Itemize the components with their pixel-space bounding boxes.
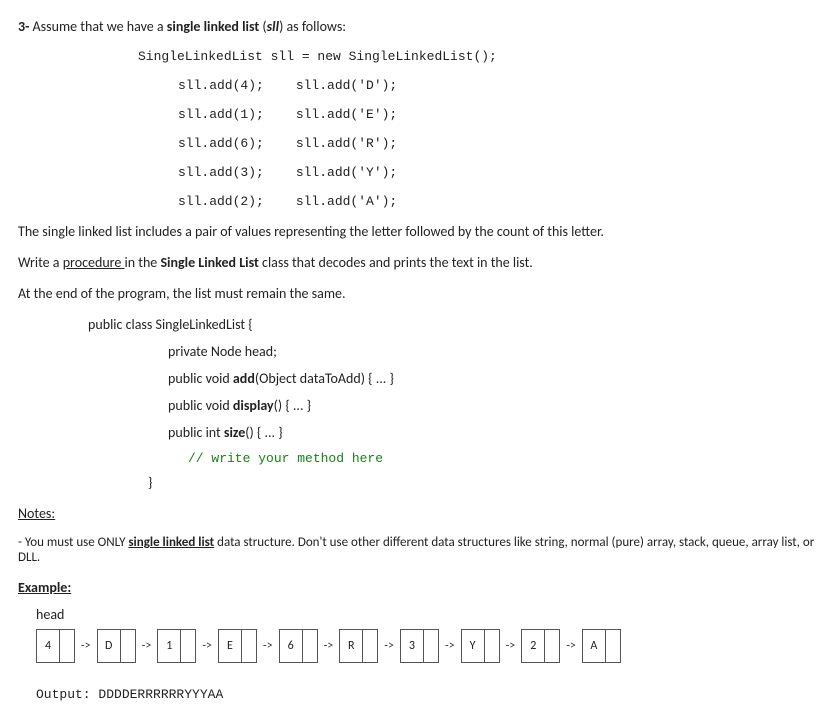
ll-node-1: D — [97, 629, 136, 663]
m3a: public int — [168, 424, 224, 441]
arrow-icon: -> — [200, 639, 214, 653]
paragraph-3: At the end of the program, the list must… — [18, 285, 817, 302]
arrow-icon: -> — [443, 639, 457, 653]
q-lead: Assume that we have a — [29, 18, 166, 35]
ll-node-6-val: 3 — [401, 630, 423, 662]
class-comment: // write your method here — [188, 451, 817, 466]
code-pair-2: sll.add(6); sll.add('R'); — [178, 136, 817, 151]
output-line: Output: DDDDERRRRRRYYYAA — [36, 687, 817, 702]
ll-node-8: 2 — [521, 629, 560, 663]
pair-2-left: sll.add(6); — [178, 136, 288, 151]
ll-node-0-ptr — [59, 630, 74, 662]
q-bold1: single linked list — [167, 18, 259, 35]
class-method-display: public void display() { ... } — [168, 397, 817, 414]
m3b: size — [224, 424, 245, 441]
m1a: public void — [168, 370, 233, 387]
arrow-icon: -> — [322, 639, 336, 653]
m2b: display — [233, 397, 274, 414]
pair-3-right: sll.add('Y'); — [296, 165, 397, 180]
head-label: head — [36, 606, 817, 623]
ll-node-8-ptr — [544, 630, 559, 662]
pair-4-left: sll.add(2); — [178, 194, 288, 209]
paragraph-2: Write a procedure in the Single Linked L… — [18, 254, 817, 271]
ll-node-6-ptr — [423, 630, 438, 662]
ll-node-4-val: 6 — [280, 630, 302, 662]
pair-3-left: sll.add(3); — [178, 165, 288, 180]
arrow-icon: -> — [140, 639, 154, 653]
ll-node-4-ptr — [302, 630, 317, 662]
p2-c: class that decodes and prints the text i… — [259, 254, 533, 271]
pair-0-right: sll.add('D'); — [296, 78, 397, 93]
ll-node-1-ptr — [120, 630, 135, 662]
q-lead3: ) as follows: — [279, 18, 346, 35]
ll-node-7-val: Y — [462, 630, 484, 662]
linked-list-diagram: 4 -> D -> 1 -> E -> 6 -> R -> 3 -> Y -> … — [36, 629, 817, 663]
code-pair-3: sll.add(3); sll.add('Y'); — [178, 165, 817, 180]
class-field-head: private Node head; — [168, 343, 817, 360]
output-label: Output: — [36, 687, 98, 702]
p2-a: Write a — [18, 254, 63, 271]
ll-node-9-val: A — [583, 630, 605, 662]
question-line: 3- Assume that we have a single linked l… — [18, 18, 817, 35]
m3c: () { ... } — [245, 424, 282, 441]
pair-4-right: sll.add('A'); — [296, 194, 397, 209]
ll-node-3-val: E — [219, 630, 241, 662]
m1c: (Object dataToAdd) { ... } — [255, 370, 394, 387]
notes-header: Notes: — [18, 505, 817, 522]
arrow-icon: -> — [564, 639, 578, 653]
ll-node-0-val: 4 — [37, 630, 59, 662]
code-pairs-block: sll.add(4); sll.add('D'); sll.add(1); sl… — [178, 78, 817, 209]
note1-u: single linked list — [128, 535, 214, 550]
q-paren-open: ( — [259, 18, 266, 35]
output-value: DDDDERRRRRRYYYAA — [98, 687, 223, 702]
pair-0-left: sll.add(4); — [178, 78, 288, 93]
ll-node-7: Y — [461, 629, 500, 663]
code-pair-4: sll.add(2); sll.add('A'); — [178, 194, 817, 209]
ll-node-5-val: R — [340, 630, 362, 662]
note1-a: - You must use ONLY — [18, 535, 128, 550]
class-method-size: public int size() { ... } — [168, 424, 817, 441]
ll-node-8-val: 2 — [522, 630, 544, 662]
ll-node-2-ptr — [180, 630, 195, 662]
pair-1-left: sll.add(1); — [178, 107, 288, 122]
m2c: () { ... } — [274, 397, 311, 414]
ll-node-6: 3 — [400, 629, 439, 663]
class-close: } — [148, 474, 817, 491]
class-method-add: public void add(Object dataToAdd) { ... … — [168, 370, 817, 387]
code-pair-1: sll.add(1); sll.add('E'); — [178, 107, 817, 122]
ll-node-5: R — [339, 629, 378, 663]
paragraph-1: The single linked list includes a pair o… — [18, 223, 817, 240]
arrow-icon: -> — [79, 639, 93, 653]
question-number: 3- — [18, 18, 29, 35]
p2-bold: Single Linked List — [160, 254, 258, 271]
code-init-line: SingleLinkedList sll = new SingleLinkedL… — [138, 49, 817, 64]
ll-node-9: A — [582, 629, 621, 663]
ll-node-9-ptr — [605, 630, 620, 662]
ll-node-4: 6 — [279, 629, 318, 663]
ll-node-3-ptr — [241, 630, 256, 662]
m2a: public void — [168, 397, 233, 414]
note-1: - You must use ONLY single linked list d… — [18, 535, 817, 565]
ll-node-1-val: D — [98, 630, 120, 662]
ll-node-2-val: 1 — [158, 630, 180, 662]
class-open: public class SingleLinkedList { — [88, 316, 817, 333]
code-pair-0: sll.add(4); sll.add('D'); — [178, 78, 817, 93]
arrow-icon: -> — [382, 639, 396, 653]
ll-node-5-ptr — [362, 630, 377, 662]
pair-1-right: sll.add('E'); — [296, 107, 397, 122]
q-ital: sll — [267, 18, 279, 35]
arrow-icon: -> — [261, 639, 275, 653]
class-code-block: public class SingleLinkedList { private … — [88, 316, 817, 491]
ll-node-7-ptr — [484, 630, 499, 662]
example-header: Example: — [18, 579, 817, 596]
ll-node-0: 4 — [36, 629, 75, 663]
p2-b: in the — [125, 254, 161, 271]
arrow-icon: -> — [504, 639, 518, 653]
ll-node-3: E — [218, 629, 257, 663]
p2-underline: procedure — [63, 254, 125, 271]
ll-node-2: 1 — [157, 629, 196, 663]
pair-2-right: sll.add('R'); — [296, 136, 397, 151]
m1b: add — [233, 370, 255, 387]
